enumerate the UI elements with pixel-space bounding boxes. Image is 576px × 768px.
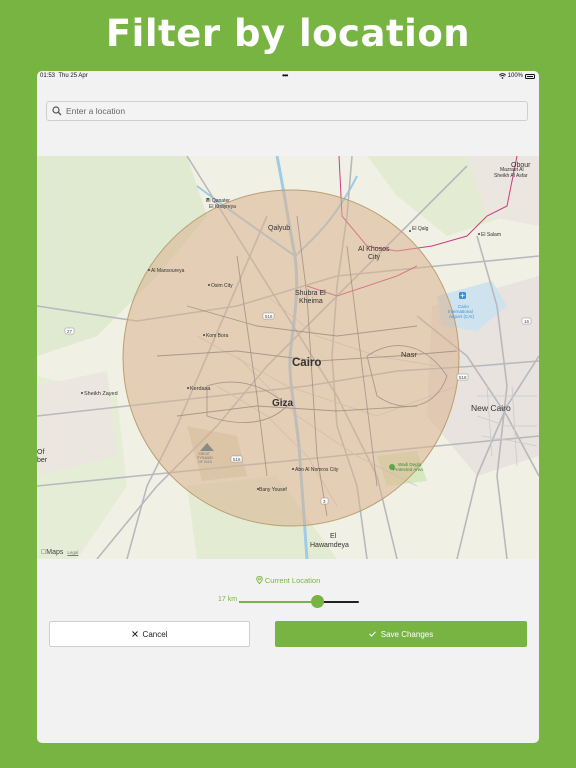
place-kerdasa[interactable]: Kerdasa	[190, 386, 211, 392]
place-cutoff-2: ber	[37, 457, 48, 464]
app-screen: 01:53 Thu 25 Apr ••• 100% Enter a locati…	[37, 71, 539, 743]
route-16: 16	[524, 319, 530, 324]
multitask-dots[interactable]: •••	[282, 71, 288, 80]
place-wadi-degla-2: Protected Area	[393, 467, 423, 472]
close-icon	[131, 631, 138, 637]
place-hawamdeya[interactable]: El	[330, 533, 337, 540]
map-canvas[interactable]: 27 516 516 518 16 3 Cairo Giza New Cairo…	[37, 156, 539, 559]
place-qalyub[interactable]: Qalyub	[268, 225, 290, 232]
place-al-khosos-2: City	[368, 254, 381, 261]
place-sheikh-zayed[interactable]: Sheikh Zayed	[84, 391, 118, 397]
place-abo-al-nomros[interactable]: Abo Al Nomros City	[295, 467, 339, 473]
place-osim[interactable]: Osim City	[211, 283, 233, 289]
status-time-date: 01:53 Thu 25 Apr	[40, 73, 88, 79]
place-new-cairo[interactable]: New Cairo	[471, 403, 511, 413]
slider-fill	[239, 601, 317, 603]
apple-maps-logo: Maps	[41, 549, 63, 556]
map-attribution: Maps Legal	[41, 549, 78, 556]
place-cairo[interactable]: Cairo	[292, 357, 321, 369]
place-al-khosos[interactable]: Al Khosos	[358, 246, 390, 253]
cancel-label: Cancel	[142, 629, 168, 639]
legal-link[interactable]: Legal	[67, 550, 78, 555]
save-label: Save Changes	[380, 629, 434, 639]
status-bar: 01:53 Thu 25 Apr ••• 100%	[37, 71, 539, 83]
place-el-qalg[interactable]: El Qalg	[412, 226, 429, 232]
place-bany-yousef[interactable]: Bany Yousef	[259, 487, 287, 493]
location-pin-icon	[255, 575, 263, 585]
place-al-mansoureya[interactable]: Al Mansoureya	[151, 268, 185, 274]
place-shubra-2: Kheima	[299, 298, 323, 305]
place-hawamdeya-2: Hawamdeya	[310, 542, 349, 549]
place-shubra[interactable]: Shubra El	[295, 290, 326, 297]
checkmark-icon	[368, 631, 376, 637]
place-nasr[interactable]: Nasr	[401, 350, 417, 359]
place-cutoff: Of	[37, 449, 44, 456]
place-kom-bora[interactable]: Kom Bora	[206, 333, 228, 339]
place-el-qanater-2: El Khayreya	[209, 204, 236, 210]
route-27: 27	[67, 329, 73, 334]
search-icon	[52, 106, 62, 116]
radius-slider[interactable]	[239, 593, 359, 611]
map-view[interactable]: 27 516 516 518 16 3 Cairo Giza New Cairo…	[37, 156, 539, 559]
route-516: 516	[265, 314, 273, 319]
save-changes-button[interactable]: Save Changes	[275, 621, 527, 647]
location-search-field[interactable]	[46, 101, 528, 121]
route-516: 516	[233, 457, 241, 462]
battery-percent: 100%	[507, 73, 523, 79]
place-mazraet-2: Sheikh Al Asfar	[494, 173, 528, 179]
current-location-label: Current Location	[264, 576, 321, 585]
wifi-icon	[498, 73, 506, 79]
headline: Filter by location	[105, 12, 471, 55]
maps-label: Maps	[41, 549, 63, 556]
location-search-input[interactable]	[66, 106, 506, 116]
status-right: 100%	[498, 73, 535, 79]
route-518: 518	[459, 375, 467, 380]
place-airport-3: Airport (CAI)	[449, 314, 475, 319]
slider-thumb[interactable]	[310, 595, 324, 608]
place-giza[interactable]: Giza	[272, 398, 294, 409]
battery-icon	[525, 73, 535, 79]
place-el-salam[interactable]: El Salam	[481, 232, 501, 238]
status-time: 01:53	[40, 73, 56, 79]
cancel-button[interactable]: Cancel	[49, 621, 250, 647]
radius-value: 17 km	[218, 596, 238, 603]
current-location-button[interactable]: Current Location	[37, 575, 539, 585]
place-pyramid-3: OF GIZA	[198, 460, 213, 464]
status-date: Thu 25 Apr	[58, 73, 88, 79]
